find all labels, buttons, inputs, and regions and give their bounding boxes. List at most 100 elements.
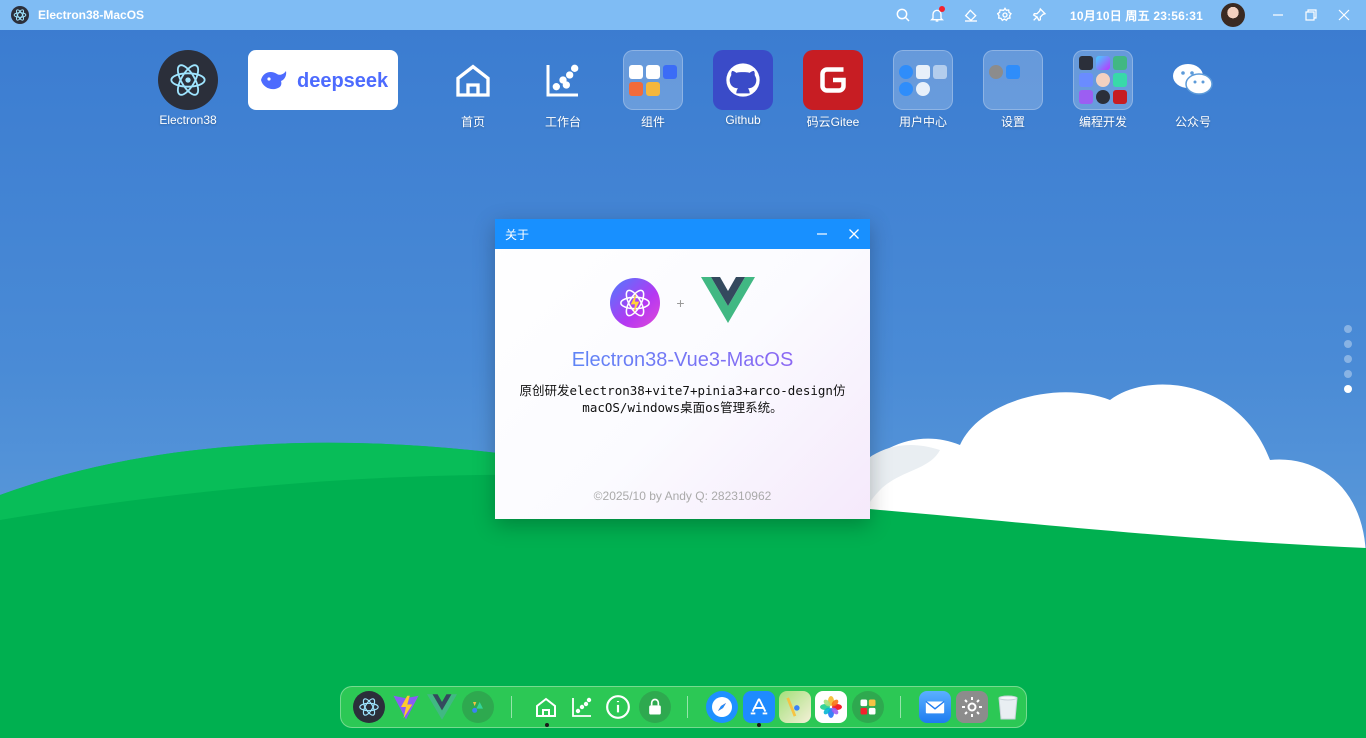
dock-item-home[interactable] [528,686,564,728]
restore-icon[interactable] [1294,0,1327,30]
arco-icon [1079,90,1093,104]
dock-item-maps[interactable] [777,686,813,728]
desktop-item-gitee[interactable]: 码云Gitee [788,50,878,130]
chart-icon [566,691,598,723]
desktop-item-workbench[interactable]: 工作台 [518,50,608,130]
close-icon[interactable] [838,219,870,249]
desktop-item-label: 公众号 [1174,115,1211,129]
dock-item-vite[interactable] [387,686,423,728]
empty-slot [663,82,677,96]
dock-item-app[interactable] [460,686,496,728]
minimize-icon[interactable] [806,219,838,249]
page-dot-active[interactable] [1344,385,1352,393]
dock-item-about[interactable] [600,686,636,728]
pin-icon[interactable] [1022,0,1056,30]
notification-badge [939,6,945,12]
desktop-item-github[interactable]: Github [698,50,788,130]
dock-item-safari[interactable] [704,686,740,728]
folder-icon [1073,50,1133,110]
desktop-item-dev[interactable]: 编程开发 [1058,50,1148,130]
wechat-icon [1163,50,1223,110]
page-dot[interactable] [1344,325,1352,333]
edit-icon [646,81,660,96]
desktop-item-label: Electron38 [159,113,217,127]
safari-icon [706,691,739,723]
electron-icon[interactable] [11,6,29,24]
folder-icon [983,50,1043,110]
lock-icon [638,691,671,723]
desktop-item-wechat[interactable]: 公众号 [1148,50,1238,130]
desktop-item-label: 用户中心 [898,115,947,129]
deepseek-logo-icon: deepseek [248,50,398,110]
minimize-icon[interactable] [1261,0,1294,30]
desktop-item-electron[interactable]: Electron38 [158,50,218,130]
desktop-item-label: 工作台 [544,115,581,129]
app-description: 原创研发electron38+vite7+pinia3+arco-design仿… [519,383,846,415]
settings-icon [955,691,988,723]
desktop-item-deepseek[interactable]: deepseek [248,50,428,130]
dialog-header[interactable]: 关于 [495,219,870,249]
svg-text:deepseek: deepseek [297,70,389,92]
vue-icon [426,691,458,723]
chart-icon [533,50,593,110]
electron-vite-logo-icon [610,277,661,328]
bell-icon[interactable] [920,0,954,30]
dock [340,686,1027,728]
desktop-item-components[interactable]: 组件 [608,50,698,130]
account-icon [899,81,913,96]
trash-icon [992,691,1024,723]
dialog-logos: + [495,277,870,328]
folder-icon [893,50,953,110]
home-icon [443,50,503,110]
user-icon [899,64,913,79]
gear-icon[interactable] [988,0,1022,30]
app-name: Electron38-Vue3-MacOS [495,349,870,372]
mail-icon [919,691,952,723]
dock-item-electron[interactable] [351,686,387,728]
more-icon [933,64,947,79]
dock-item-vue[interactable] [424,686,460,728]
search-icon[interactable] [886,0,920,30]
dock-item-photos[interactable] [813,686,849,728]
dock-item-workbench[interactable] [564,686,600,728]
empty-slot [1023,82,1037,96]
desktop-item-home[interactable]: 首页 [428,50,518,130]
vue-icon [1113,56,1127,70]
page-dot[interactable] [1344,340,1352,348]
dock-item-settings[interactable] [953,686,989,728]
info-icon [602,691,634,723]
dock-item-appstore[interactable] [740,686,776,728]
running-indicator [544,723,549,727]
desktop-item-user-center[interactable]: 用户中心 [878,50,968,130]
page-dot[interactable] [1344,355,1352,363]
gear-icon [989,64,1003,79]
skin-icon[interactable] [954,0,988,30]
desktop-icons: Electron38 deepseek 首页 工作台 组件 Github 码云G… [158,50,1238,130]
github-icon [713,50,773,110]
close-icon[interactable] [1327,0,1360,30]
electron-icon [1079,56,1093,70]
app-icon [462,691,495,723]
dock-item-widgets[interactable] [850,686,886,728]
running-indicator [757,723,762,727]
clock[interactable]: 10月10日 周五 23:56:31 [1070,7,1203,24]
dock-item-mail[interactable] [917,686,953,728]
vue-logo-icon [700,277,755,328]
grid-icon [646,64,660,79]
pinia-icon [1079,73,1093,87]
vite-icon [390,691,422,723]
page-indicator [1344,325,1352,393]
desktop-item-settings[interactable]: 设置 [968,50,1058,130]
maps-icon [779,691,811,723]
desktop-item-label: 编程开发 [1078,115,1127,129]
gitee-icon [803,50,863,110]
display-icon [1006,64,1020,79]
avatar[interactable] [1221,3,1245,27]
list-icon [663,64,677,79]
dock-item-trash[interactable] [990,686,1026,728]
page-dot[interactable] [1344,370,1352,378]
react-icon [1113,73,1127,87]
app-title: Electron38-MacOS [38,8,145,22]
dock-item-security[interactable] [637,686,673,728]
empty-slot [989,82,1003,96]
